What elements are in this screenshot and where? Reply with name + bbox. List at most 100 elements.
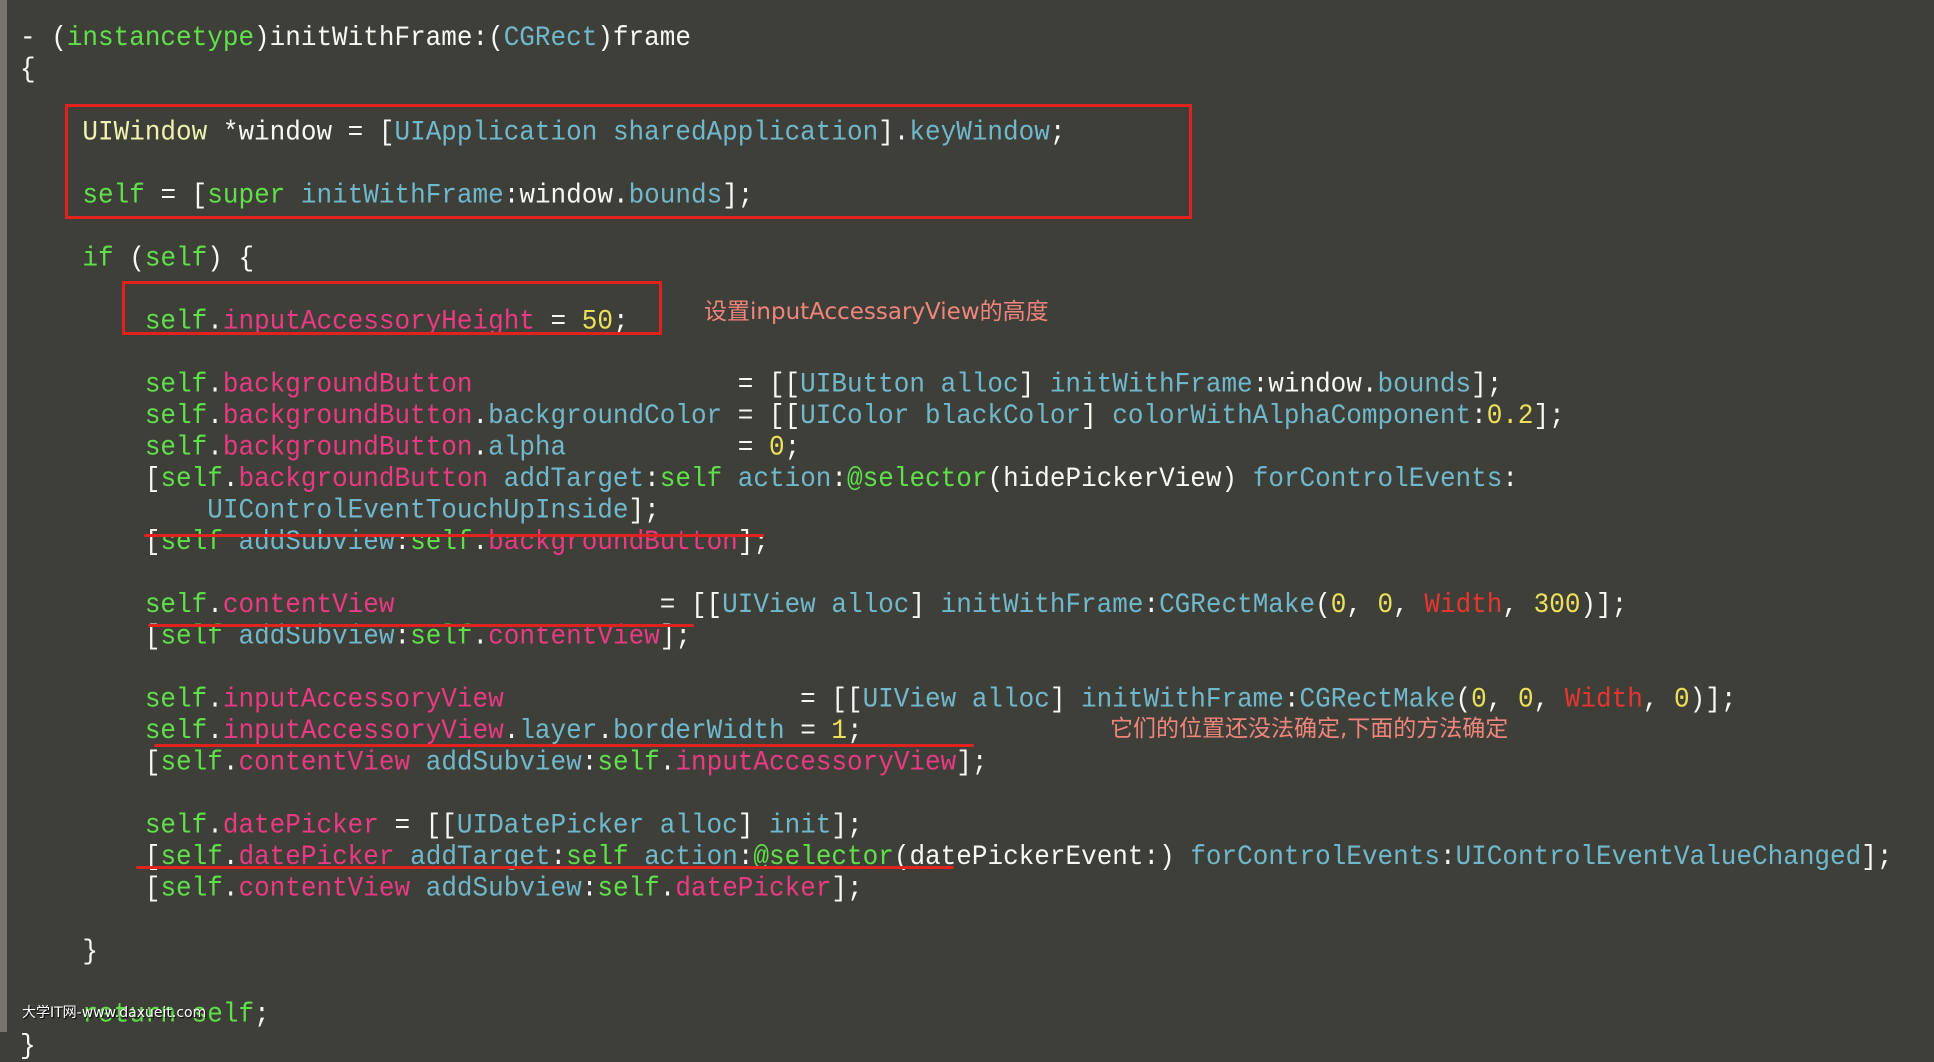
underline-accessory-view xyxy=(154,744,974,747)
code-token: backgroundColor xyxy=(488,399,723,432)
code-token: . xyxy=(222,872,239,904)
code-token: self xyxy=(160,462,223,495)
highlight-box-accessory-height xyxy=(122,281,662,335)
code-token: . xyxy=(659,872,676,904)
code-token: . xyxy=(207,431,223,463)
code-token: self xyxy=(160,526,223,558)
annotation-note-position: 它们的位置还没法确定,下面的方法确定 xyxy=(1110,716,1509,742)
code-token: UIControlEventTouchUpInside xyxy=(207,494,629,526)
code-token: instancetype xyxy=(66,22,255,54)
code-line: } xyxy=(20,935,1892,967)
code-token: : xyxy=(1502,462,1518,495)
code-token: UIColor xyxy=(800,399,910,432)
code-token: backgroundButton xyxy=(222,368,473,400)
code-token: = [[ xyxy=(378,809,457,841)
code-token: ) { xyxy=(207,242,255,274)
code-token: :window. xyxy=(1252,368,1378,400)
code-token: colorWithAlphaComponent xyxy=(1112,399,1472,432)
code-token: 300 xyxy=(1533,589,1581,621)
code-token: ]; xyxy=(628,494,660,526)
code-token: = xyxy=(566,431,769,463)
code-token: . xyxy=(207,714,223,747)
code-token: )]; xyxy=(1580,589,1628,621)
code-token: datePicker xyxy=(675,872,832,904)
code-token: UIDatePicker xyxy=(456,809,645,841)
code-token: forControlEvents xyxy=(1252,462,1503,495)
code-line: self.backgroundButton.backgroundColor = … xyxy=(20,400,1892,432)
code-line: [self.contentView addSubview:self.inputA… xyxy=(20,746,1892,778)
code-token: [ xyxy=(20,746,161,778)
code-token: ] xyxy=(909,589,941,621)
code-token: ]; xyxy=(831,809,863,841)
watermark: 大学IT网-www.daxueit.com xyxy=(22,1005,207,1021)
code-line: } xyxy=(20,1030,1892,1062)
code-token: . xyxy=(207,683,223,715)
code-token: ] xyxy=(1081,399,1113,432)
code-line: [self.contentView addSubview:self.datePi… xyxy=(20,872,1892,904)
code-token: self xyxy=(144,242,208,274)
code-token: = [[ xyxy=(472,368,801,400)
code-token: 1 xyxy=(831,714,848,747)
code-token: [ xyxy=(20,462,161,495)
code-token: Width xyxy=(1424,589,1503,621)
code-token: CGRectMake xyxy=(1159,589,1316,621)
code-token: . xyxy=(222,462,239,495)
code-token: self xyxy=(597,872,660,904)
code-token: self xyxy=(144,589,208,621)
code-line: if (self) { xyxy=(20,242,1892,274)
code-token: . xyxy=(472,399,489,432)
code-token: : xyxy=(1439,840,1456,873)
code-token: datePicker xyxy=(222,809,379,841)
code-token: , xyxy=(1502,589,1534,621)
code-token: )frame xyxy=(597,22,691,54)
underline-background-button xyxy=(144,534,764,537)
annotation-note-height: 设置inputAccessaryView的高度 xyxy=(704,299,1049,325)
code-token: ]; xyxy=(1533,399,1565,432)
code-line: UIControlEventTouchUpInside]; xyxy=(20,494,1892,526)
code-token: self xyxy=(144,399,208,432)
code-token: contentView xyxy=(222,589,395,621)
code-token: . xyxy=(207,368,223,400)
code-token: inputAccessoryView xyxy=(222,683,504,715)
code-line: self.datePicker = [[UIDatePicker alloc] … xyxy=(20,809,1892,841)
code-token: } xyxy=(20,1030,36,1062)
code-token: : xyxy=(831,462,848,495)
code-token: = [[ xyxy=(722,399,801,432)
code-token: alloc xyxy=(940,368,1019,400)
code-token: contentView xyxy=(238,746,411,778)
code-token: ]; xyxy=(1471,368,1503,400)
code-token: CGRect xyxy=(503,22,598,54)
code-token: : xyxy=(1471,399,1487,432)
code-token: self xyxy=(144,809,208,841)
code-line: { xyxy=(20,54,1892,86)
code-token: self xyxy=(160,746,223,778)
code-line: self.backgroundButton = [[UIButton alloc… xyxy=(20,368,1892,400)
underline-content-view xyxy=(148,624,694,627)
code-line: self.inputAccessoryView = [[UIView alloc… xyxy=(20,684,1892,715)
code-token: : xyxy=(581,746,598,778)
code-token: backgroundButton xyxy=(238,462,489,495)
code-token: , xyxy=(1346,589,1378,621)
code-token: ( xyxy=(1315,589,1331,621)
code-token: . xyxy=(207,399,223,432)
code-token: . xyxy=(503,714,520,747)
code-token: 0.2 xyxy=(1486,399,1534,432)
code-token: UIView xyxy=(862,683,957,715)
code-token: backgroundButton xyxy=(488,526,738,558)
code-token: ; xyxy=(847,714,863,747)
code-token: : xyxy=(581,872,598,904)
